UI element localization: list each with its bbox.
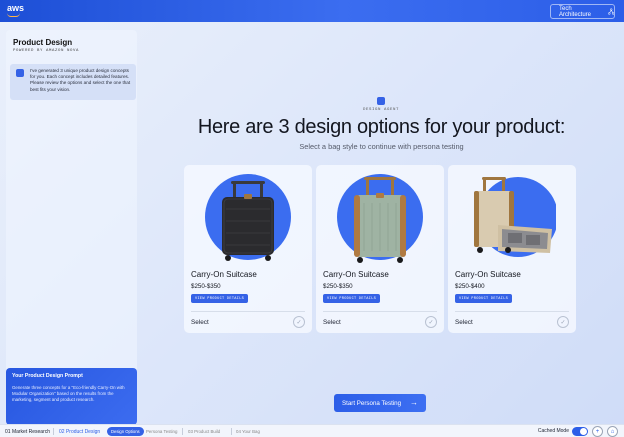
divider	[455, 311, 569, 312]
agent-icon	[16, 69, 24, 77]
cached-mode-toggle[interactable]	[572, 427, 588, 436]
design-option-card-2[interactable]: Carry-On Suitcase $250-$350 VIEW PRODUCT…	[316, 165, 444, 333]
design-option-card-3[interactable]: Carry-On Suitcase $250-$400 VIEW PRODUCT…	[448, 165, 576, 333]
suitcase-image	[205, 174, 291, 261]
view-product-details-button[interactable]: VIEW PRODUCT DETAILS	[191, 294, 249, 303]
aws-smile-icon	[7, 13, 20, 17]
suitcase-image	[474, 177, 556, 257]
card-price: $250-$350	[191, 283, 221, 290]
divider	[182, 428, 183, 435]
card-title: Carry-On Suitcase	[455, 270, 521, 279]
step-design-options[interactable]: Design Options	[107, 427, 144, 436]
step-market-research[interactable]: 01 Market Research	[5, 425, 50, 437]
card-title: Carry-On Suitcase	[191, 270, 257, 279]
select-check-icon[interactable]: ✓	[425, 316, 437, 328]
assistant-message-text: I've generated 3 unique product design c…	[30, 68, 131, 92]
card-price: $250-$400	[455, 283, 485, 290]
prompt-title: Your Product Design Prompt	[12, 373, 83, 379]
divider	[231, 428, 232, 435]
step-persona-testing[interactable]: Persona Testing	[146, 425, 177, 437]
tech-architecture-label: Tech Architecture	[559, 5, 592, 18]
select-check-icon[interactable]: ✓	[557, 316, 569, 328]
start-persona-testing-button[interactable]: Start Persona Testing →	[334, 394, 426, 412]
agent-label: DESIGN AGENT	[362, 108, 399, 112]
step-product-build[interactable]: 03 Product Build	[188, 425, 220, 437]
view-product-details-button[interactable]: VIEW PRODUCT DETAILS	[323, 294, 381, 303]
card-price: $250-$350	[323, 283, 353, 290]
add-icon[interactable]: +	[592, 426, 603, 437]
sidebar: Product Design POWERED BY AMAZON NOVA I'…	[6, 30, 137, 425]
design-agent-icon	[377, 97, 385, 105]
network-icon	[607, 8, 614, 15]
assistant-message: I've generated 3 unique product design c…	[10, 64, 136, 100]
divider	[323, 311, 437, 312]
bottom-nav: 01 Market Research 02 Product Design Des…	[0, 424, 624, 437]
aws-logo[interactable]: aws	[7, 4, 24, 13]
page-title: Here are 3 design options for your produ…	[197, 116, 566, 138]
select-label[interactable]: Select	[191, 319, 209, 326]
view-product-details-button[interactable]: VIEW PRODUCT DETAILS	[455, 294, 513, 303]
suitcase-image	[337, 174, 423, 263]
select-label[interactable]: Select	[455, 319, 473, 326]
design-option-card-1[interactable]: Carry-On Suitcase $250-$350 VIEW PRODUCT…	[184, 165, 312, 333]
step-your-bag[interactable]: 04 Your Bag	[236, 425, 260, 437]
divider	[191, 311, 305, 312]
arrow-right-icon: →	[410, 398, 418, 407]
page-subtitle: Select a bag style to continue with pers…	[299, 142, 464, 151]
select-check-icon[interactable]: ✓	[293, 316, 305, 328]
sidebar-title: Product Design	[13, 38, 73, 47]
prompt-card: Your Product Design Prompt Generate thre…	[6, 368, 137, 425]
divider	[53, 428, 54, 435]
tech-architecture-button[interactable]: Tech Architecture	[550, 4, 615, 19]
top-bar: aws Tech Architecture	[0, 0, 624, 22]
start-persona-testing-label: Start Persona Testing	[342, 399, 402, 407]
cached-mode-label: Cached Mode	[537, 428, 569, 434]
card-title: Carry-On Suitcase	[323, 270, 389, 279]
prompt-text: Generate three concepts for a "Eco-frien…	[12, 385, 125, 403]
home-icon[interactable]: ⌂	[607, 426, 618, 437]
sidebar-subtitle: POWERED BY AMAZON NOVA	[13, 49, 80, 53]
select-label[interactable]: Select	[323, 319, 341, 326]
step-product-design[interactable]: 02 Product Design	[59, 425, 100, 437]
